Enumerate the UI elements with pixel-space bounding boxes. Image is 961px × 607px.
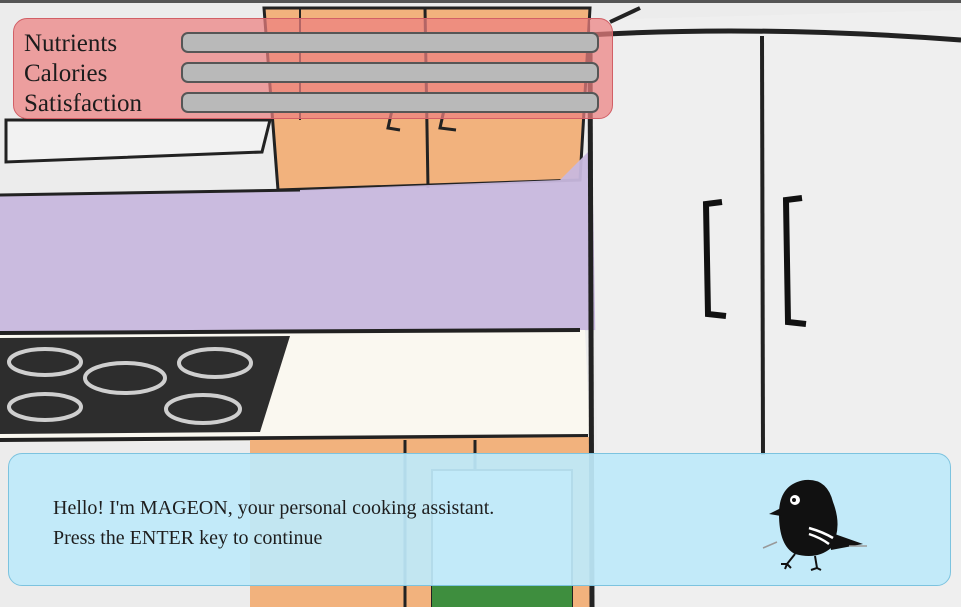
stats-panel: Nutrients Calories Satisfaction xyxy=(13,18,613,119)
satisfaction-bar xyxy=(181,92,599,113)
dialog-line-prompt: Press the ENTER key to continue xyxy=(53,527,323,549)
nutrients-bar xyxy=(181,32,599,53)
stat-row-satisfaction: Satisfaction xyxy=(14,89,612,119)
game-screen: Nutrients Calories Satisfaction Hello! I… xyxy=(0,0,961,607)
dialog-line-greeting: Hello! I'm MAGEON, your personal cooking… xyxy=(53,497,495,519)
stat-row-calories: Calories xyxy=(14,59,612,89)
calories-label: Calories xyxy=(24,60,108,87)
calories-bar xyxy=(181,62,599,83)
mageon-bird-icon xyxy=(762,479,867,571)
nutrients-label: Nutrients xyxy=(24,30,118,57)
stat-row-nutrients: Nutrients xyxy=(14,29,612,59)
satisfaction-label: Satisfaction xyxy=(24,90,143,117)
dialog-box[interactable]: Hello! I'm MAGEON, your personal cooking… xyxy=(8,453,951,586)
